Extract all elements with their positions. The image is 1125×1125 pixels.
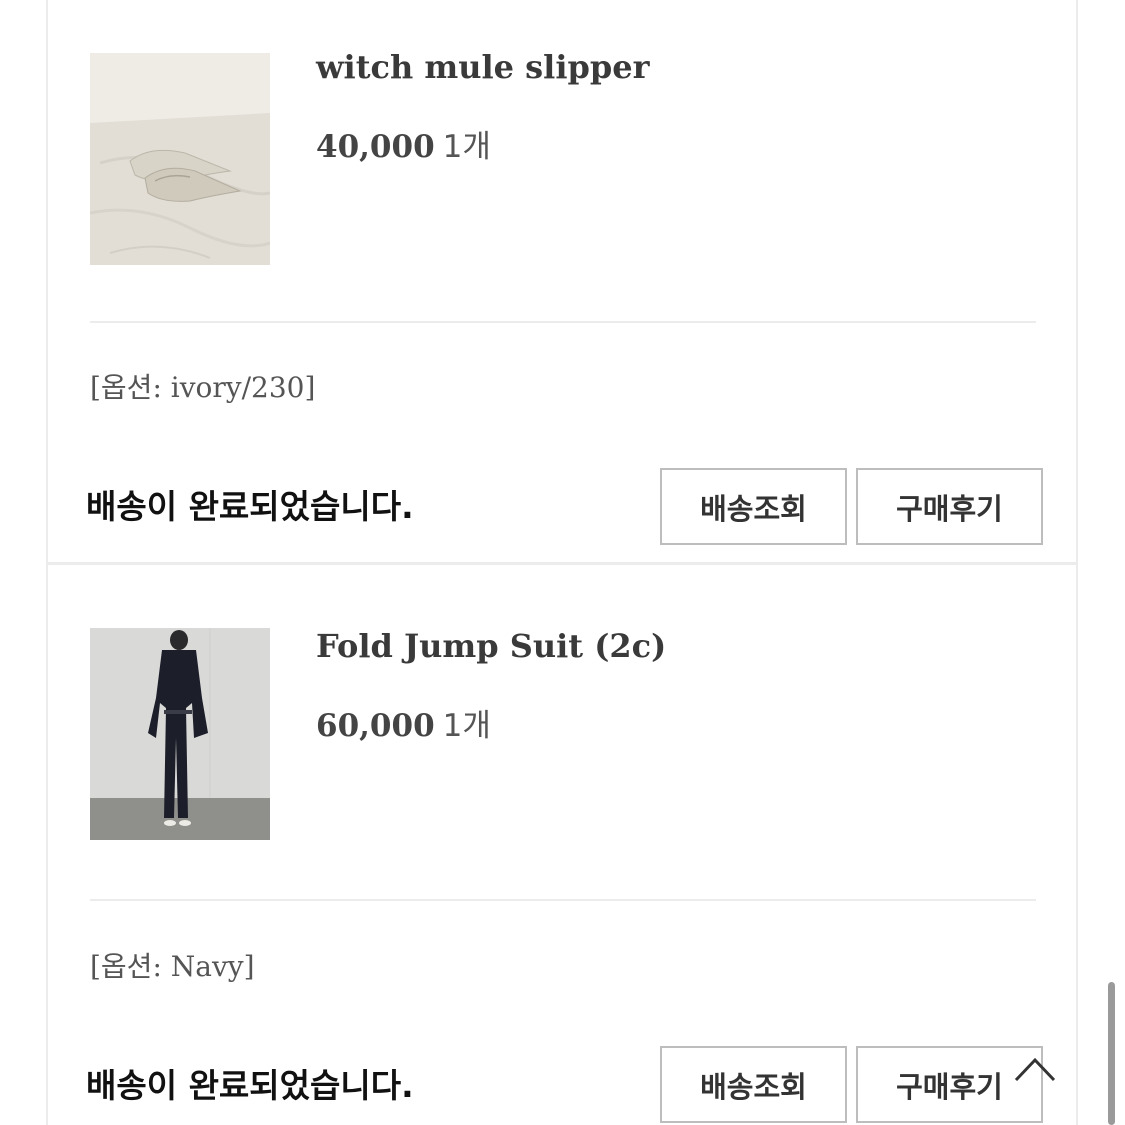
slipper-photo: [90, 53, 270, 265]
price-quantity: 60,000 1개: [316, 700, 491, 745]
product-title[interactable]: Fold Jump Suit (2c): [316, 627, 666, 665]
jumpsuit-photo: [90, 628, 270, 840]
product-price: 40,000: [316, 129, 435, 165]
write-review-button[interactable]: 구매후기: [856, 468, 1043, 545]
product-price: 60,000: [316, 708, 435, 744]
order-item-card: Fold Jump Suit (2c) 60,000 1개 [옵션: Navy] …: [46, 563, 1078, 1125]
product-thumbnail-slipper[interactable]: [90, 53, 270, 265]
product-title[interactable]: witch mule slipper: [316, 48, 649, 86]
chevron-up-icon: [1014, 1057, 1056, 1082]
product-option: [옵션: Navy]: [90, 950, 255, 983]
product-option: [옵션: ivory/230]: [90, 371, 316, 404]
delivery-status: 배송이 완료되었습니다.: [86, 487, 414, 526]
product-quantity: 1개: [442, 129, 491, 165]
price-quantity: 40,000 1개: [316, 121, 491, 166]
track-delivery-button[interactable]: 배송조회: [660, 1046, 847, 1123]
divider: [90, 899, 1036, 901]
product-thumbnail-jumpsuit[interactable]: [90, 628, 270, 840]
order-item-card: witch mule slipper 40,000 1개 [옵션: ivory/2…: [46, 0, 1078, 564]
scrollbar[interactable]: [1108, 982, 1115, 1125]
divider: [90, 321, 1036, 323]
scroll-to-top-button[interactable]: [1012, 1050, 1058, 1090]
product-quantity: 1개: [442, 708, 491, 744]
track-delivery-button[interactable]: 배송조회: [660, 468, 847, 545]
delivery-status: 배송이 완료되었습니다.: [86, 1066, 414, 1105]
